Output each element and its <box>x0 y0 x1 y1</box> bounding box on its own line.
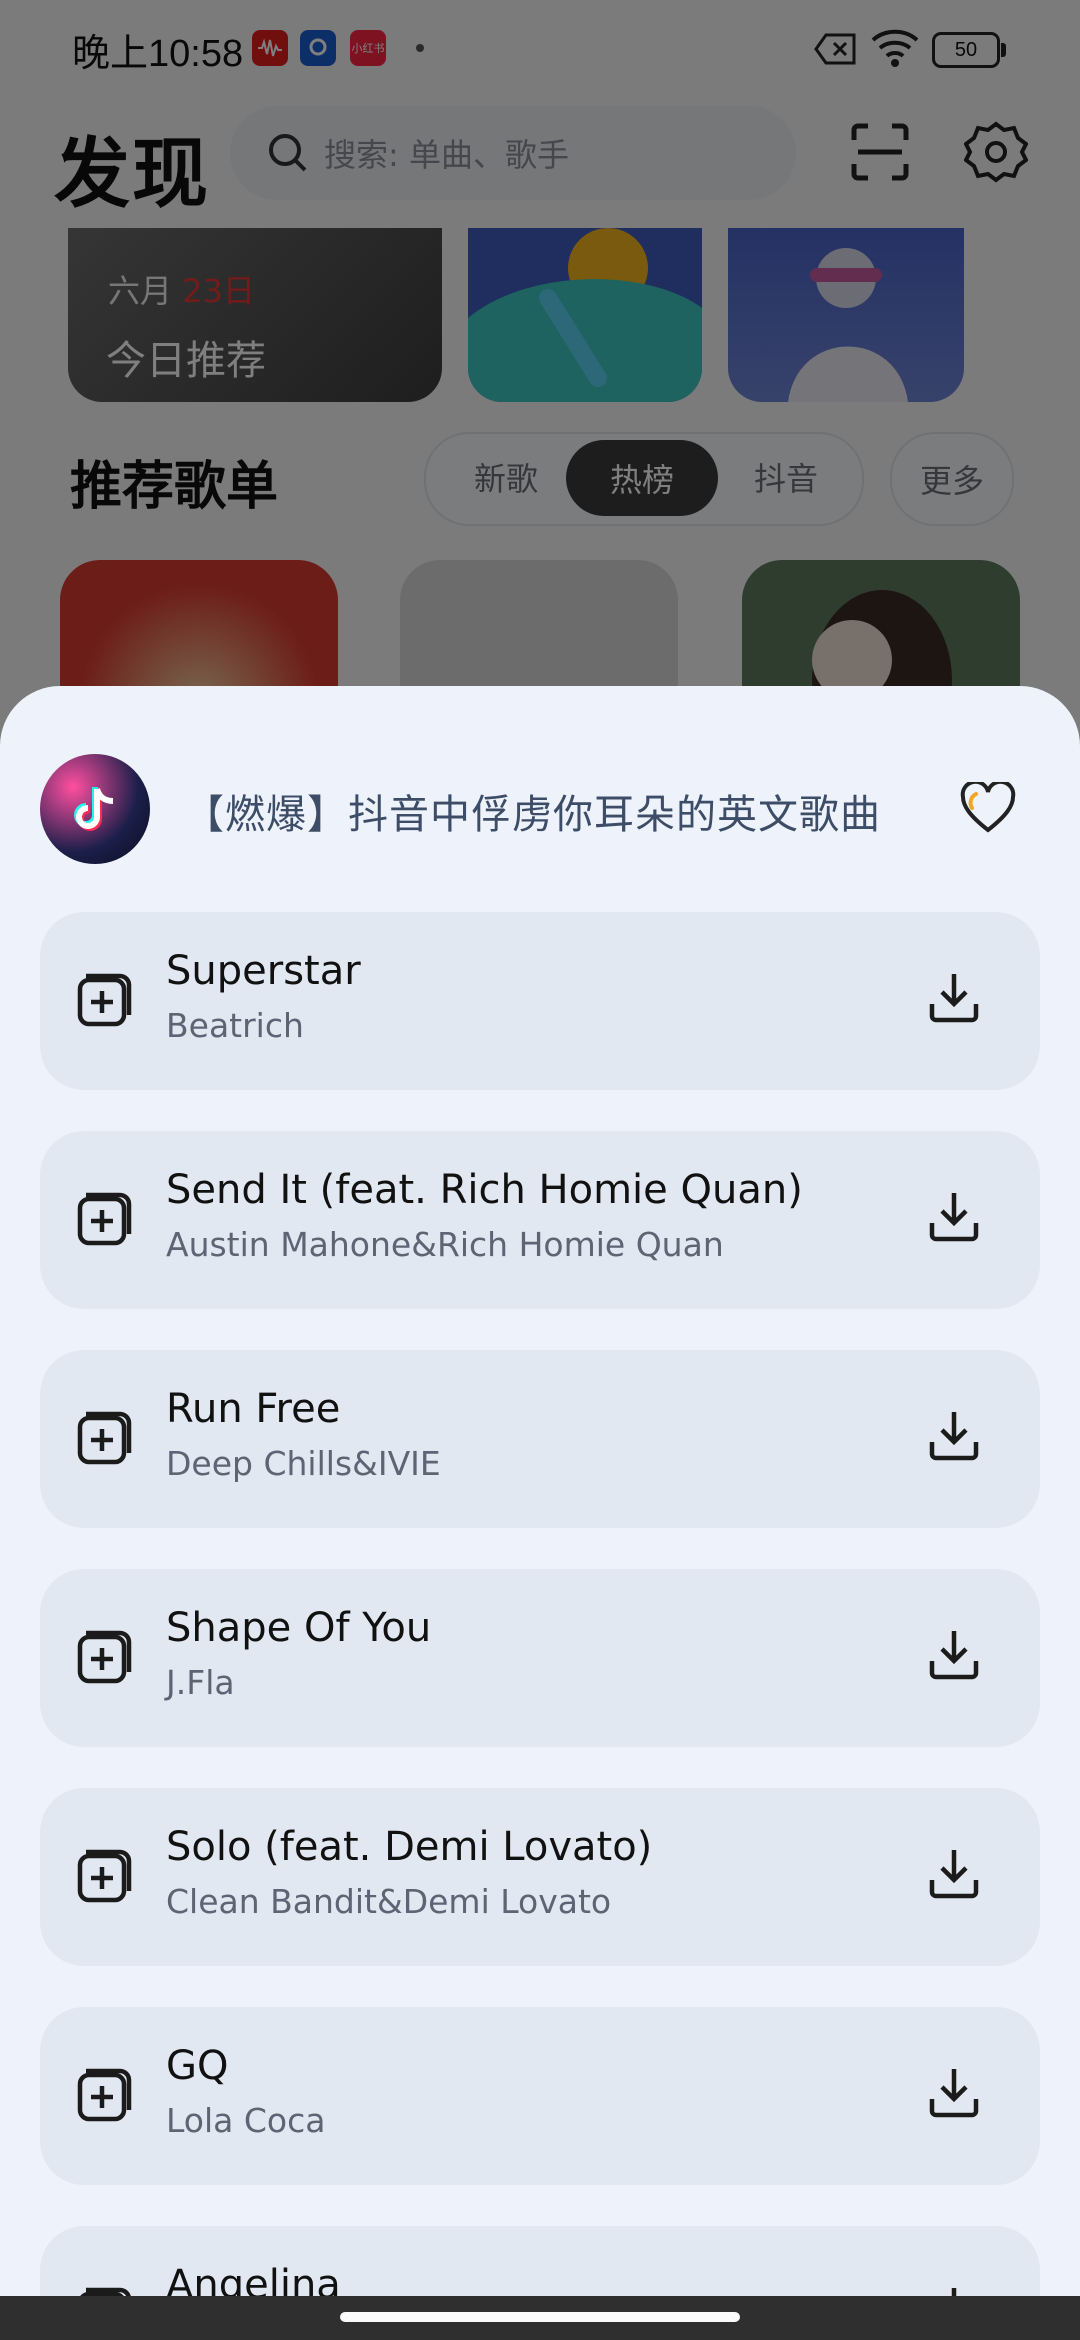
song-artist: Lola Coca <box>166 2101 326 2140</box>
download-icon[interactable] <box>924 968 984 1028</box>
song-list: Superstar Beatrich Send It (feat. Rich H… <box>40 912 1040 2340</box>
gesture-handle[interactable] <box>340 2312 740 2322</box>
song-title: Solo (feat. Demi Lovato) <box>166 1824 653 1870</box>
download-icon[interactable] <box>924 1187 984 1247</box>
song-row[interactable]: Superstar Beatrich <box>40 912 1040 1090</box>
add-to-playlist-icon[interactable] <box>76 2067 132 2123</box>
song-title: Superstar <box>166 948 361 994</box>
playlist-title: 【燃爆】抖音中俘虏你耳朵的英文歌曲 <box>184 792 881 838</box>
sheet-header: 【燃爆】抖音中俘虏你耳朵的英文歌曲 <box>0 686 1080 906</box>
song-title: Send It (feat. Rich Homie Quan) <box>166 1167 803 1213</box>
playlist-bottom-sheet: 【燃爆】抖音中俘虏你耳朵的英文歌曲 Superstar Beatrich Sen… <box>0 686 1080 2340</box>
add-to-playlist-icon[interactable] <box>76 1848 132 1904</box>
song-title: GQ <box>166 2043 229 2089</box>
add-to-playlist-icon[interactable] <box>76 1410 132 1466</box>
download-icon[interactable] <box>924 1625 984 1685</box>
download-icon[interactable] <box>924 1844 984 1904</box>
song-artist: Beatrich <box>166 1006 304 1045</box>
add-to-playlist-icon[interactable] <box>76 972 132 1028</box>
add-to-playlist-icon[interactable] <box>76 1191 132 1247</box>
download-icon[interactable] <box>924 1406 984 1466</box>
add-to-playlist-icon[interactable] <box>76 1629 132 1685</box>
song-artist: J.Fla <box>166 1663 235 1702</box>
song-row[interactable]: Shape Of You J.Fla <box>40 1569 1040 1747</box>
song-row[interactable]: Run Free Deep Chills&IVIE <box>40 1350 1040 1528</box>
song-row[interactable]: GQ Lola Coca <box>40 2007 1040 2185</box>
song-artist: Deep Chills&IVIE <box>166 1444 441 1483</box>
song-title: Run Free <box>166 1386 341 1432</box>
song-row[interactable]: Solo (feat. Demi Lovato) Clean Bandit&De… <box>40 1788 1040 1966</box>
heart-icon[interactable] <box>960 782 1016 834</box>
download-icon[interactable] <box>924 2063 984 2123</box>
song-row[interactable]: Send It (feat. Rich Homie Quan) Austin M… <box>40 1131 1040 1309</box>
song-artist: Austin Mahone&Rich Homie Quan <box>166 1225 724 1264</box>
song-title: Shape Of You <box>166 1605 432 1651</box>
douyin-logo-icon <box>74 787 114 831</box>
song-artist: Clean Bandit&Demi Lovato <box>166 1882 612 1921</box>
playlist-avatar <box>40 754 150 864</box>
